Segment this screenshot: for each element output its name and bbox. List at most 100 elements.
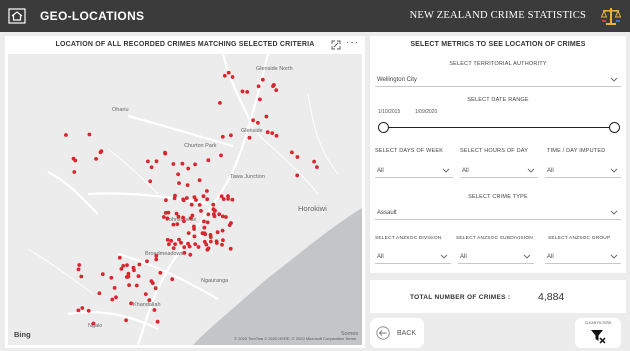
crime-marker[interactable] [222,73,227,78]
crime-marker[interactable] [200,231,205,236]
crime-marker[interactable] [149,165,154,170]
days-of-week-dropdown[interactable]: All [375,164,453,178]
crime-marker[interactable] [100,272,105,277]
date-range-end-handle[interactable] [609,122,620,133]
crime-marker[interactable] [182,219,186,224]
crime-marker[interactable] [158,270,163,275]
crime-marker[interactable] [274,133,279,138]
crime-marker[interactable] [86,308,91,313]
crime-marker[interactable] [182,251,187,255]
focus-mode-icon[interactable] [331,40,341,50]
crime-marker[interactable] [256,120,260,125]
crime-marker[interactable] [167,242,171,247]
crime-marker[interactable] [265,130,270,135]
crime-marker[interactable] [211,202,216,207]
crime-marker[interactable] [185,183,190,188]
crime-marker[interactable] [197,178,202,183]
crime-marker[interactable] [145,259,149,264]
crime-marker[interactable] [315,165,319,169]
crime-marker[interactable] [163,150,167,155]
crime-marker[interactable] [202,225,207,230]
crime-marker[interactable] [206,212,211,217]
crime-marker[interactable] [181,215,186,220]
crime-marker[interactable] [230,197,235,202]
crime-marker[interactable] [154,159,159,164]
crime-marker[interactable] [220,134,225,139]
crime-marker[interactable] [119,267,124,271]
crime-marker[interactable] [161,215,166,219]
crime-marker[interactable] [165,237,170,242]
crime-marker[interactable] [245,90,250,94]
crime-marker[interactable] [206,158,211,163]
crime-marker[interactable] [73,158,78,163]
crime-marker[interactable] [180,161,185,166]
crime-marker[interactable] [146,159,150,164]
more-options-icon[interactable]: ··· [346,37,359,48]
crime-marker[interactable] [220,242,224,247]
crime-marker[interactable] [170,277,175,282]
crime-marker[interactable] [110,297,115,302]
crime-marker[interactable] [99,149,104,153]
crime-marker[interactable] [208,233,213,237]
crime-marker[interactable] [290,150,294,155]
crime-marker[interactable] [80,306,85,310]
anzsoc-group-dropdown[interactable]: All [545,250,621,264]
crime-marker[interactable] [79,274,84,279]
crime-marker[interactable] [295,155,300,159]
crime-marker[interactable] [171,246,176,251]
crime-marker[interactable] [149,279,154,283]
crime-marker[interactable] [72,170,77,174]
crime-marker[interactable] [148,179,153,184]
crime-marker[interactable] [240,89,245,94]
crime-marker[interactable] [201,194,206,199]
crime-marker[interactable] [230,75,235,79]
crime-marker[interactable] [220,228,225,233]
crime-marker[interactable] [129,301,133,306]
crime-marker[interactable] [112,286,117,290]
crime-marker[interactable] [193,162,198,167]
crime-marker[interactable] [205,189,209,193]
crime-marker[interactable] [192,195,197,200]
crime-marker[interactable] [188,252,193,257]
time-day-imputed-dropdown[interactable]: All [545,164,621,178]
crime-marker[interactable] [312,159,316,164]
crime-marker[interactable] [193,242,198,247]
crime-marker[interactable] [166,210,171,215]
crime-type-dropdown[interactable]: Assault [375,206,621,220]
crime-marker[interactable] [125,263,129,267]
crime-marker[interactable] [211,212,216,217]
crime-marker[interactable] [155,319,160,324]
crime-marker[interactable] [137,262,142,267]
crime-marker[interactable] [196,245,201,249]
crime-marker[interactable] [186,166,191,171]
crime-marker[interactable] [173,193,177,198]
crime-marker[interactable] [126,271,131,276]
crime-marker[interactable] [182,245,187,250]
crime-marker[interactable] [205,247,210,252]
crime-marker[interactable] [91,321,96,326]
crime-marker[interactable] [181,197,186,202]
crime-marker[interactable] [176,172,181,177]
crime-marker[interactable] [258,97,262,102]
crime-marker[interactable] [264,114,269,119]
crime-marker[interactable] [274,88,279,92]
crime-marker[interactable] [295,173,300,178]
crime-marker[interactable] [147,298,152,303]
crime-marker[interactable] [229,133,233,138]
crime-marker[interactable] [187,244,192,249]
date-end-input[interactable]: 1/09/2020 [415,109,437,115]
crime-marker[interactable] [197,203,202,207]
crime-marker[interactable] [164,198,168,203]
crime-marker[interactable] [134,283,139,288]
crime-marker[interactable] [221,238,225,243]
crime-marker[interactable] [124,275,129,279]
crime-marker[interactable] [221,197,226,202]
crime-marker[interactable] [64,133,68,137]
crime-marker[interactable] [229,221,233,225]
crime-marker[interactable] [153,286,158,291]
crime-marker[interactable] [87,132,92,137]
crime-marker[interactable] [77,263,82,267]
crime-marker[interactable] [205,220,210,225]
crime-marker[interactable] [117,255,122,260]
crime-marker[interactable] [76,267,81,272]
